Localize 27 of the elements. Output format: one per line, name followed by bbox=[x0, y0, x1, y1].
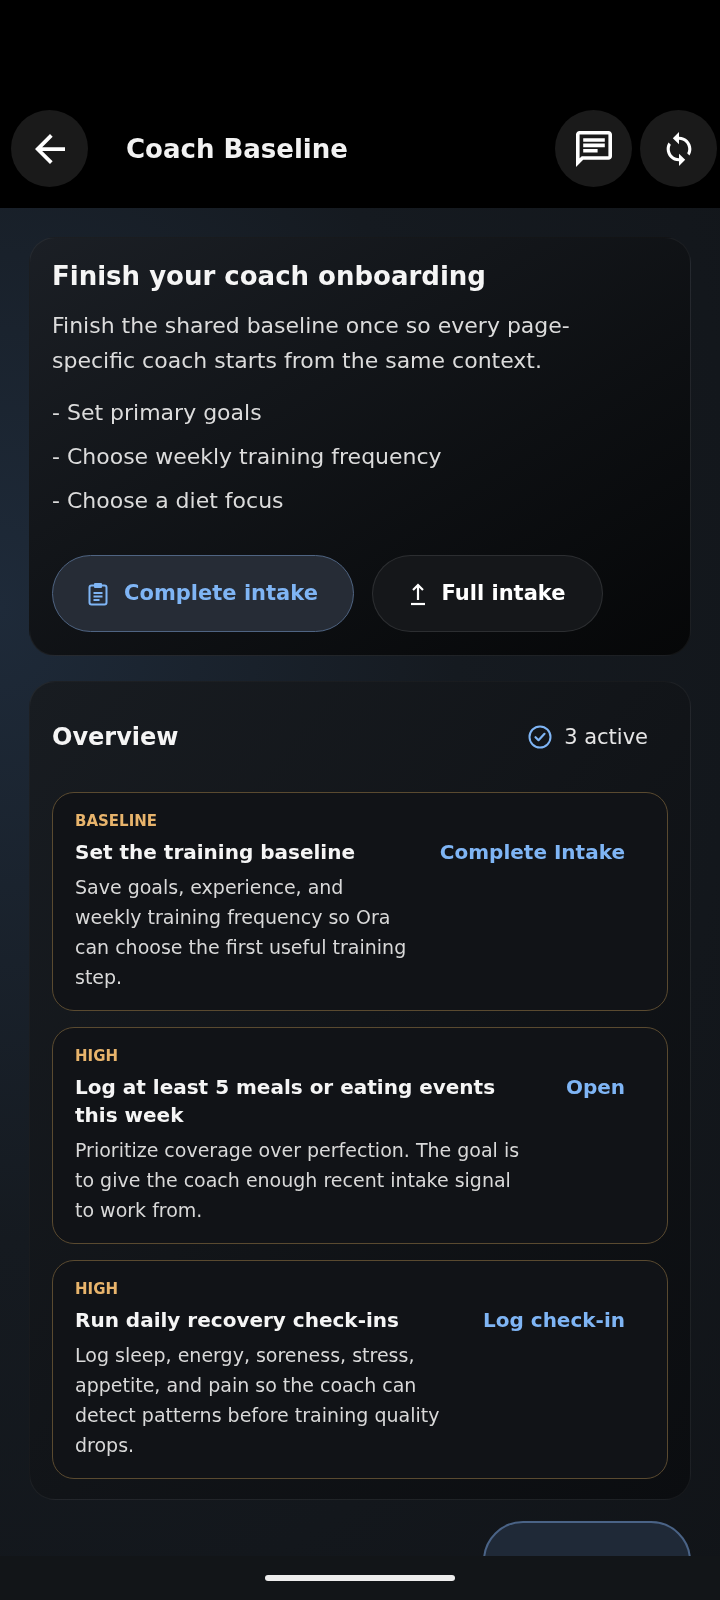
chat-icon bbox=[575, 130, 612, 167]
task-title: Set the training baseline bbox=[75, 839, 356, 866]
checklist-item: - Choose weekly training frequency bbox=[52, 443, 443, 471]
task-action-link[interactable]: Open bbox=[565, 1073, 625, 1101]
task-title: Run daily recovery check-ins bbox=[75, 1307, 400, 1334]
clipboard-icon bbox=[88, 581, 109, 606]
priority-tag: BASELINE bbox=[75, 811, 158, 831]
task-title: Log at least 5 meals or eating events this week bbox=[75, 1074, 497, 1129]
task-action-link[interactable]: Log check-in bbox=[483, 1306, 625, 1334]
back-arrow-icon bbox=[34, 133, 65, 164]
active-count: 3 active bbox=[564, 724, 648, 751]
upload-icon bbox=[409, 581, 426, 606]
priority-tag: HIGH bbox=[75, 1046, 118, 1066]
checklist-item: - Choose a diet focus bbox=[52, 487, 285, 515]
check-circle-icon bbox=[528, 725, 553, 749]
card-description: Finish the shared baseline once so every page-specific coach starts from the same context. bbox=[52, 312, 571, 375]
card-title: Finish your coach onboarding bbox=[52, 260, 487, 293]
task-action-link[interactable]: Complete Intake bbox=[439, 838, 625, 866]
task-description: Save goals, experience, and weekly training frequency so Ora can choose the first useful training step. bbox=[75, 875, 408, 990]
task-description: Prioritize coverage over perfection. The goal is to give the coach enough recent intake signal to work from. bbox=[75, 1138, 521, 1223]
priority-tag: HIGH bbox=[75, 1279, 118, 1299]
complete-intake-button[interactable]: Complete intake bbox=[52, 555, 354, 632]
page-title: Coach Baseline bbox=[126, 132, 348, 166]
checklist-item: - Set primary goals bbox=[52, 399, 263, 427]
section-title: Overview bbox=[52, 722, 179, 752]
task-description: Log sleep, energy, soreness, stress, appetite, and pain so the coach can detect patterns before training quality drops. bbox=[75, 1343, 441, 1458]
full-intake-button[interactable]: Full intake bbox=[372, 555, 603, 632]
